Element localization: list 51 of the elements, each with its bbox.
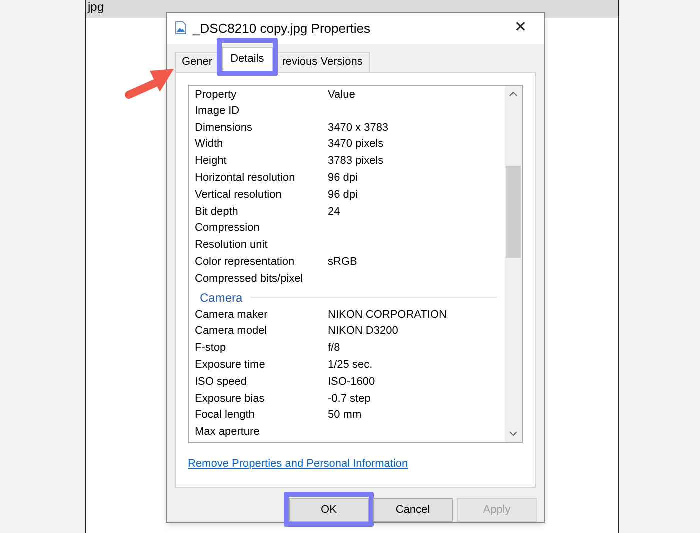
property-name: Bit depth (195, 204, 240, 220)
property-name: ISO speed (195, 374, 248, 390)
property-name: Focal length (195, 408, 256, 424)
property-value: NIKON D3200 (328, 324, 398, 340)
property-name: Resolution unit (195, 238, 269, 254)
property-name: Height (195, 154, 228, 170)
property-value: NIKON CORPORATION (328, 308, 447, 323)
scrollbar[interactable] (505, 86, 522, 442)
property-name: Compression (195, 221, 261, 236)
column-header[interactable]: Value (328, 87, 356, 104)
property-name: F-stop (195, 341, 228, 356)
tab[interactable]: revious Versions (275, 52, 370, 72)
remove-properties-link[interactable]: Remove Properties and Personal Information (188, 456, 523, 472)
scroll-up-icon[interactable] (509, 90, 518, 97)
dialog-button[interactable]: OK (289, 498, 369, 522)
property-value: sRGB (328, 255, 358, 270)
property-value: ISO-1600 (328, 374, 376, 390)
property-name: Camera model (195, 324, 268, 340)
scroll-down-icon[interactable] (509, 430, 518, 437)
section-heading: Camera (200, 290, 243, 307)
file-name: jpg (88, 0, 104, 14)
property-name: Dimensions (195, 120, 254, 136)
property-value: 96 dpi (328, 188, 358, 203)
property-name: Exposure bias (195, 392, 266, 407)
scroll-thumb[interactable] (506, 166, 521, 258)
property-name: Max aperture (195, 425, 261, 440)
property-value: f/8 (328, 341, 340, 356)
property-name: Color representation (195, 255, 296, 270)
property-name: Horizontal resolution (195, 171, 296, 186)
property-value: 24 (328, 204, 340, 220)
close-button[interactable]: ✕ (506, 15, 536, 42)
column-header[interactable]: Property (195, 87, 328, 104)
arrow-drawing (124, 66, 174, 100)
property-name: Camera maker (195, 308, 269, 323)
tab[interactable]: Gener (175, 52, 220, 72)
property-value: 96 dpi (328, 171, 358, 186)
dialog-button[interactable]: Cancel (373, 498, 453, 522)
property-value: 50 mm (328, 408, 362, 424)
window-title: _DSC8210 copy.jpg Properties (193, 20, 372, 38)
property-value: 3470 x 3783 (328, 120, 389, 136)
property-value: 3783 pixels (328, 154, 384, 170)
property-value: -0.7 step (328, 392, 371, 407)
image-file-icon (175, 21, 187, 36)
property-name: Exposure time (195, 358, 266, 373)
property-name: Compressed bits/pixel (195, 272, 304, 287)
property-name: Image ID (195, 104, 241, 119)
property-value: 3470 pixels (328, 137, 384, 152)
tab[interactable]: Details (222, 46, 274, 71)
property-name: Vertical resolution (195, 188, 283, 203)
property-name: Width (195, 137, 224, 152)
property-value: 1/25 sec. (328, 358, 373, 373)
